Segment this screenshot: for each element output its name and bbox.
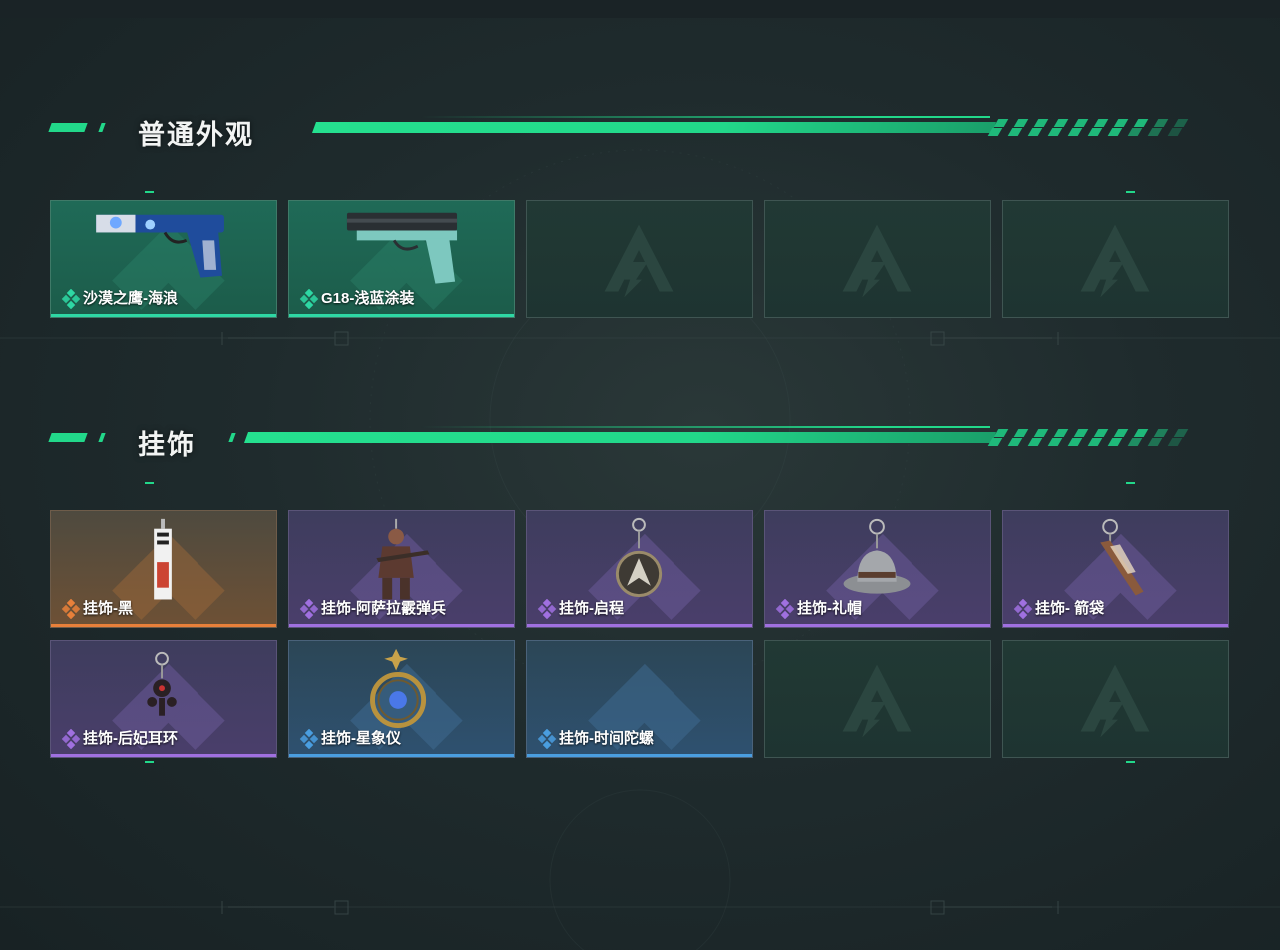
rarity-diamond-icon xyxy=(537,598,557,620)
item-card[interactable]: 挂饰-星象仪 xyxy=(288,640,515,758)
item-name: G18-浅蓝涂装 xyxy=(321,290,415,307)
placeholder-logo-icon xyxy=(1080,664,1150,738)
item-name: 挂饰-后妃耳环 xyxy=(83,730,178,747)
empty-slot xyxy=(764,200,991,318)
placeholder-logo-icon xyxy=(1080,224,1150,298)
item-card[interactable]: 沙漠之鹰-海浪 xyxy=(50,200,277,318)
rarity-bar xyxy=(51,624,276,627)
header-line-thin xyxy=(420,116,990,118)
item-name: 挂饰-礼帽 xyxy=(797,600,862,617)
item-name: 挂饰-阿萨拉霰弹兵 xyxy=(321,600,446,617)
item-card[interactable]: 挂饰- 箭袋 xyxy=(1002,510,1229,628)
section-title: 挂饰 xyxy=(138,430,196,460)
header-accent-mark xyxy=(48,123,88,132)
top-band xyxy=(0,0,1280,18)
rarity-bar xyxy=(289,754,514,757)
rarity-bar xyxy=(51,754,276,757)
item-name: 沙漠之鹰-海浪 xyxy=(83,290,178,307)
header-accent-mark xyxy=(48,433,88,442)
header-checker-pattern xyxy=(987,427,1200,447)
rarity-diamond-icon xyxy=(775,598,795,620)
header-checker-pattern xyxy=(987,117,1200,137)
empty-slot xyxy=(1002,640,1229,758)
item-card[interactable]: G18-浅蓝涂装 xyxy=(288,200,515,318)
placeholder-logo-icon xyxy=(842,664,912,738)
rarity-diamond-icon xyxy=(61,288,81,310)
item-card[interactable]: 挂饰-后妃耳环 xyxy=(50,640,277,758)
rarity-diamond-icon xyxy=(537,728,557,750)
empty-slot xyxy=(526,200,753,318)
section-header-skins: 普通外观 xyxy=(48,113,1210,150)
rarity-diamond-icon xyxy=(299,598,319,620)
header-line-thin xyxy=(420,426,990,428)
rarity-diamond-icon xyxy=(299,288,319,310)
item-name: 挂饰-启程 xyxy=(559,600,624,617)
item-card[interactable]: 挂饰-启程 xyxy=(526,510,753,628)
header-accent-mark xyxy=(98,123,106,132)
item-name: 挂饰-黑 xyxy=(83,600,133,617)
section-title: 普通外观 xyxy=(138,120,254,150)
item-card[interactable]: 挂饰-时间陀螺 xyxy=(526,640,753,758)
header-accent-mark xyxy=(228,433,236,442)
section-header-charms: 挂饰 xyxy=(48,423,1210,460)
item-name: 挂饰-时间陀螺 xyxy=(559,730,654,747)
empty-slot xyxy=(764,640,991,758)
item-name: 挂饰- 箭袋 xyxy=(1035,600,1105,617)
rarity-bar xyxy=(765,624,990,627)
header-accent-mark xyxy=(98,433,106,442)
item-card[interactable]: 挂饰-黑 xyxy=(50,510,277,628)
rarity-bar xyxy=(289,624,514,627)
rarity-bar xyxy=(527,624,752,627)
rarity-bar xyxy=(527,754,752,757)
rarity-diamond-icon xyxy=(61,598,81,620)
item-card[interactable]: 挂饰-阿萨拉霰弹兵 xyxy=(288,510,515,628)
item-name: 挂饰-星象仪 xyxy=(321,730,401,747)
header-line xyxy=(311,122,997,133)
placeholder-logo-icon xyxy=(842,224,912,298)
rarity-diamond-icon xyxy=(1013,598,1033,620)
rarity-diamond-icon xyxy=(299,728,319,750)
rarity-diamond-icon xyxy=(61,728,81,750)
empty-slot xyxy=(1002,200,1229,318)
rarity-bar xyxy=(289,314,514,317)
rarity-bar xyxy=(1003,624,1228,627)
rarity-bar xyxy=(51,314,276,317)
header-line xyxy=(243,432,997,443)
placeholder-logo-icon xyxy=(604,224,674,298)
item-card[interactable]: 挂饰-礼帽 xyxy=(764,510,991,628)
